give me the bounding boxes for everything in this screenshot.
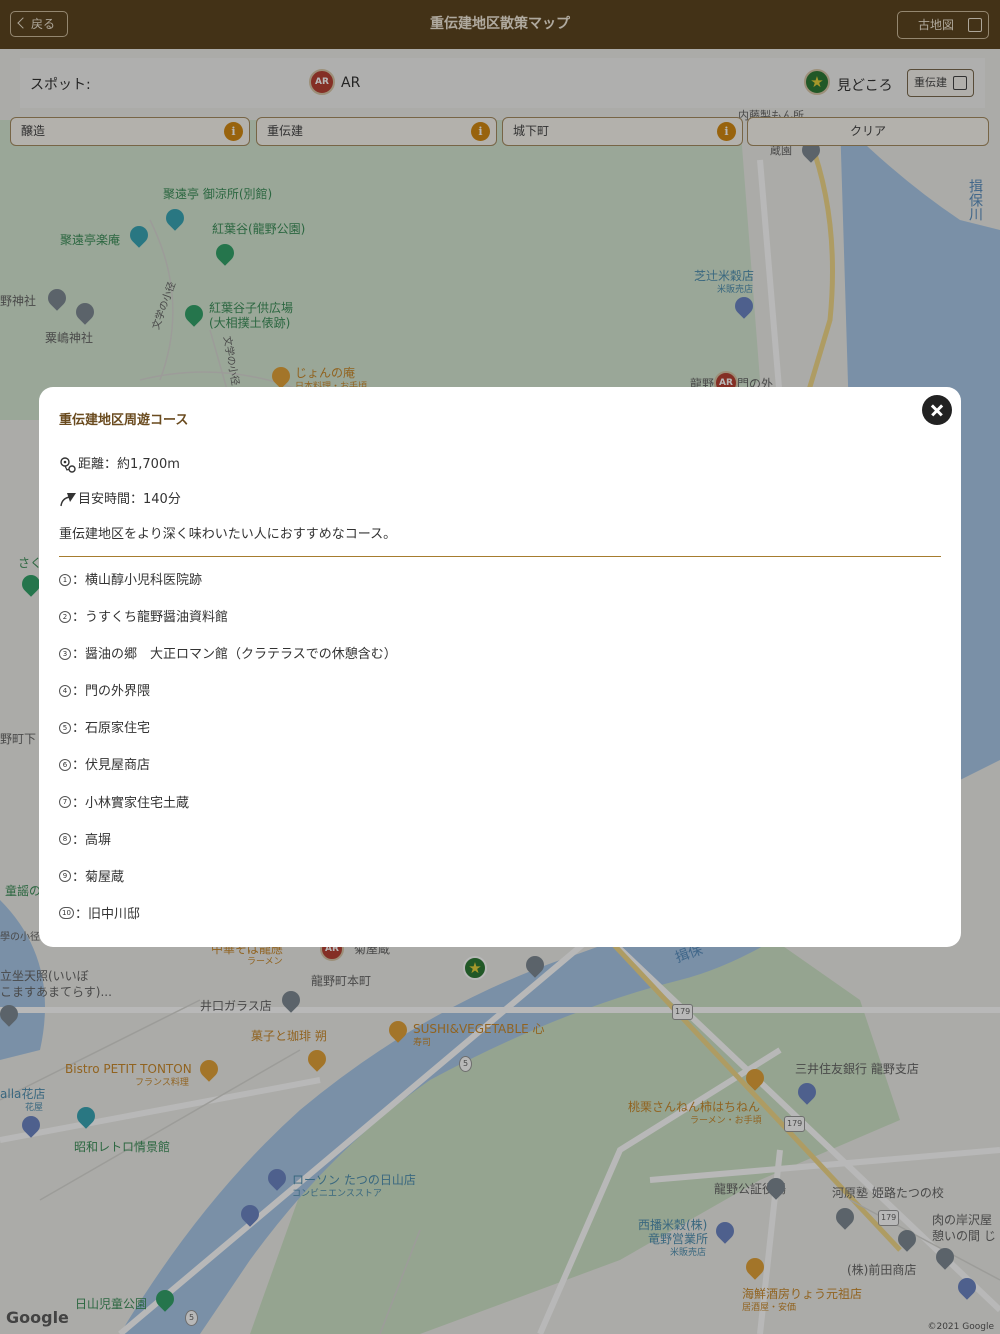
list-item: 10 ：旧中川邸 (59, 906, 397, 943)
list-item: 6 ：伏見屋商店 (59, 757, 397, 794)
stop-name: ：菊屋蔵 (72, 869, 125, 885)
course-stop-list: 1 ：横山醇小児科医院跡 2 ：うすくち龍野醤油資料館 3 ：醤油の郷 大正ロマン館（… (59, 572, 397, 943)
list-item: 3 ：醤油の郷 大正ロマン館（クラテラスでの休憩含む） (59, 646, 397, 683)
stop-number: 5 (59, 721, 71, 734)
close-icon[interactable] (922, 395, 952, 425)
stop-name: ：醤油の郷 大正ロマン館（クラテラスでの休憩含む） (72, 647, 397, 663)
stop-name: ：伏見屋商店 (72, 758, 151, 774)
stop-number: 7 (59, 796, 71, 809)
stop-name: ：石原家住宅 (72, 721, 151, 737)
stop-number: 2 (59, 610, 71, 623)
distance-row: 距離：約1,700m (59, 453, 180, 474)
stop-number: 9 (59, 870, 71, 883)
list-item: 8 ：高塀 (59, 832, 397, 869)
stop-number: 10 (59, 907, 74, 920)
duration-row: 目安時間：140分 (59, 488, 181, 509)
list-item: 9 ：菊屋蔵 (59, 869, 397, 906)
list-item: 2 ：うすくち龍野醤油資料館 (59, 609, 397, 646)
list-item: 5 ：石原家住宅 (59, 720, 397, 757)
stop-name: ：小林實家住宅土蔵 (72, 795, 190, 811)
duration-text: 目安時間：140分 (78, 492, 181, 507)
stop-number: 8 (59, 833, 71, 846)
stop-name: ：横山醇小児科医院跡 (72, 573, 203, 588)
stop-name: ：門の外界隈 (72, 684, 151, 700)
distance-text: 距離：約1,700m (78, 457, 180, 472)
course-modal: 重伝建地区周遊コース 距離：約1,700m 目安時間：140分 重伝建地区をより… (39, 387, 961, 947)
direction-arrow-icon (60, 492, 76, 506)
course-description: 重伝建地区をより深く味わいたい人におすすめなコース。 (59, 527, 397, 542)
stop-number: 3 (59, 647, 71, 660)
stop-number: 6 (59, 758, 71, 771)
divider (59, 556, 941, 557)
modal-title: 重伝建地区周遊コース (59, 413, 189, 428)
list-item: 4 ：門の外界隈 (59, 683, 397, 720)
list-item: 1 ：横山醇小児科医院跡 (59, 572, 397, 609)
list-item: 7 ：小林實家住宅土蔵 (59, 795, 397, 832)
stop-name: ：高塀 (72, 832, 112, 848)
route-distance-icon (60, 456, 76, 473)
stop-number: 4 (59, 684, 71, 697)
stop-number: 1 (59, 573, 71, 586)
stop-name: ：うすくち龍野醤油資料館 (72, 610, 229, 626)
stop-name: ：旧中川邸 (75, 906, 141, 922)
